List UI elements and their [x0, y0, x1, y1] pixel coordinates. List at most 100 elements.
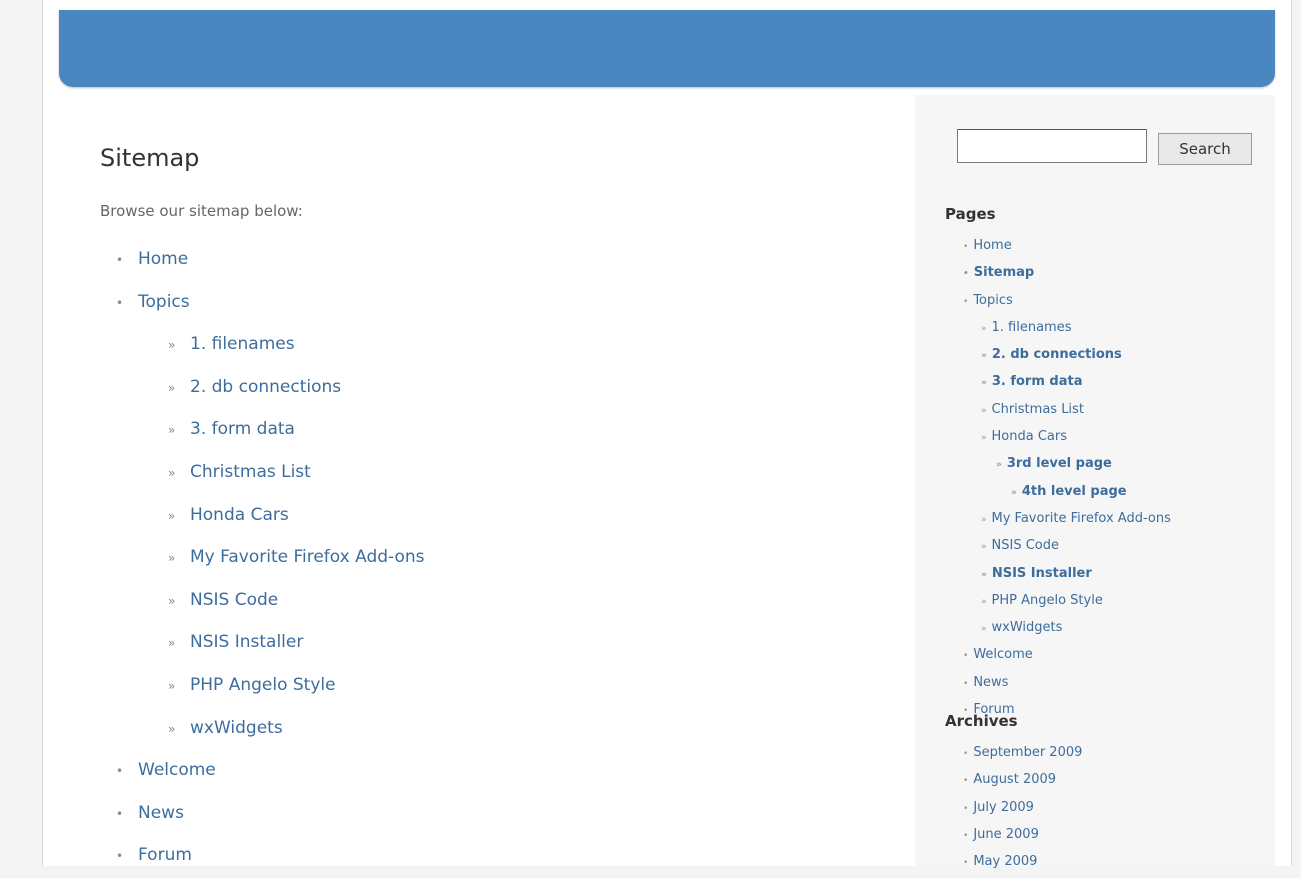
chevron-right-icon: »: [168, 508, 176, 523]
chevron-right-icon: »: [981, 542, 987, 553]
sitemap-link[interactable]: Christmas List: [190, 462, 311, 482]
header-banner: [59, 10, 1275, 87]
sitemap-subtree: » 1. filenames » 2. db connections » 3. for…: [132, 324, 900, 750]
archive-label: May 2009: [973, 854, 1038, 870]
sidebar-page-item[interactable]: » 3rd level page: [945, 451, 1171, 478]
bullet-icon: •: [963, 269, 969, 280]
sitemap-link[interactable]: 3. form data: [190, 419, 295, 439]
archives-widget-title: Archives: [945, 712, 1018, 730]
sidebar-page-label: NSIS Code: [991, 538, 1059, 554]
sidebar-page-item[interactable]: » Honda Cars: [945, 424, 1171, 451]
sidebar-page-item[interactable]: • News: [945, 670, 1171, 697]
sitemap-link-topics[interactable]: Topics: [138, 292, 190, 312]
sidebar-page-label: 1. filenames: [991, 319, 1072, 335]
sitemap-link-forum[interactable]: Forum: [138, 845, 192, 865]
sitemap-subitem: » 1. filenames: [132, 324, 900, 367]
sitemap-subitem: » wxWidgets: [132, 708, 900, 751]
sidebar-page-item[interactable]: » wxWidgets: [945, 615, 1171, 642]
sidebar-page-item[interactable]: » 4th level page: [945, 479, 1171, 506]
sidebar-page-item[interactable]: » 1. filenames: [945, 315, 1171, 342]
bullet-icon: •: [116, 806, 124, 821]
bullet-icon: •: [963, 830, 969, 841]
sidebar-page-item[interactable]: • Topics: [945, 288, 1171, 315]
sitemap-item: • Topics » 1. filenames » 2. db connections…: [100, 282, 900, 751]
chevron-right-icon: »: [981, 433, 987, 444]
sidebar-page-label: PHP Angelo Style: [991, 592, 1103, 608]
sitemap-link[interactable]: 1. filenames: [190, 334, 295, 354]
chevron-right-icon: »: [981, 323, 987, 334]
sidebar-page-item[interactable]: » Christmas List: [945, 397, 1171, 424]
archive-item[interactable]: • September 2009: [945, 740, 1082, 767]
archive-item[interactable]: • June 2009: [945, 822, 1082, 849]
sitemap-subitem: » 3. form data: [132, 409, 900, 452]
chevron-right-icon: »: [168, 380, 176, 395]
sidebar-page-item[interactable]: » NSIS Code: [945, 533, 1171, 560]
search-input[interactable]: [957, 129, 1147, 163]
chevron-right-icon: »: [168, 551, 176, 566]
sidebar: Search Pages • Home • Sitemap • Topics » 1. fil…: [915, 95, 1275, 869]
bullet-icon: •: [963, 242, 969, 252]
sitemap-link[interactable]: My Favorite Firefox Add-ons: [190, 547, 425, 567]
sitemap-subitem: » Christmas List: [132, 452, 900, 495]
sidebar-page-item[interactable]: » My Favorite Firefox Add-ons: [945, 506, 1171, 533]
sitemap-subitem: » NSIS Installer: [132, 622, 900, 665]
sidebar-page-item[interactable]: » PHP Angelo Style: [945, 588, 1171, 615]
archive-label: July 2009: [973, 799, 1034, 815]
sidebar-page-item[interactable]: » 3. form data: [945, 369, 1171, 396]
sidebar-page-item[interactable]: » NSIS Installer: [945, 561, 1171, 588]
pages-list: • Home • Sitemap • Topics » 1. filenames » 2. db …: [945, 233, 1171, 724]
archive-item[interactable]: • July 2009: [945, 795, 1082, 822]
sidebar-page-item[interactable]: • Home: [945, 233, 1171, 260]
sitemap-link[interactable]: PHP Angelo Style: [190, 675, 336, 695]
bullet-icon: •: [116, 253, 124, 267]
chevron-right-icon: »: [168, 423, 176, 438]
chevron-right-icon: »: [1011, 487, 1017, 498]
sidebar-page-item[interactable]: • Welcome: [945, 642, 1171, 669]
chevron-right-icon: »: [981, 351, 987, 362]
sidebar-page-label: Home: [973, 238, 1012, 253]
sidebar-page-label: Sitemap: [973, 265, 1035, 281]
archive-label: September 2009: [973, 745, 1083, 760]
sidebar-page-item[interactable]: » 2. db connections: [945, 342, 1171, 369]
chevron-right-icon: »: [981, 514, 987, 525]
bullet-icon: •: [116, 295, 124, 310]
sitemap-item: • Forum: [100, 835, 900, 878]
sitemap-item: • Home: [100, 239, 900, 282]
chevron-right-icon: »: [168, 721, 176, 736]
chevron-right-icon: »: [981, 378, 987, 389]
sitemap-link[interactable]: wxWidgets: [190, 718, 283, 738]
sitemap-link[interactable]: NSIS Code: [190, 590, 278, 610]
bullet-icon: •: [963, 651, 969, 662]
archive-label: August 2009: [973, 772, 1057, 788]
sitemap-subitem: » PHP Angelo Style: [132, 665, 900, 708]
archives-list: • September 2009 • August 2009 • July 2009 • Ju…: [945, 740, 1082, 876]
main-content: Sitemap Browse our sitemap below: • Home …: [100, 140, 900, 878]
sidebar-page-label: Christmas List: [991, 401, 1084, 417]
sitemap-link[interactable]: NSIS Installer: [190, 632, 303, 652]
sidebar-page-label: 3. form data: [991, 374, 1083, 390]
search-button[interactable]: Search: [1158, 133, 1252, 165]
bullet-icon: •: [963, 749, 969, 759]
bullet-icon: •: [963, 803, 969, 814]
sitemap-link-home[interactable]: Home: [138, 249, 188, 269]
sidebar-page-label: Topics: [973, 292, 1013, 308]
sitemap-link[interactable]: 2. db connections: [190, 377, 341, 397]
chevron-right-icon: »: [981, 596, 987, 607]
sidebar-page-item[interactable]: • Sitemap: [945, 260, 1171, 287]
sidebar-page-label: Welcome: [973, 647, 1033, 663]
sitemap-link-welcome[interactable]: Welcome: [138, 760, 216, 780]
archive-label: June 2009: [973, 826, 1039, 842]
sitemap-link-news[interactable]: News: [138, 803, 184, 823]
sitemap-link[interactable]: Honda Cars: [190, 505, 289, 525]
chevron-right-icon: »: [981, 569, 987, 580]
chevron-right-icon: »: [168, 678, 176, 693]
archive-item[interactable]: • August 2009: [945, 767, 1082, 794]
sitemap-subitem: » My Favorite Firefox Add-ons: [132, 537, 900, 580]
pages-widget-title: Pages: [945, 205, 996, 223]
bullet-icon: •: [963, 858, 969, 869]
sitemap-subitem: » 2. db connections: [132, 367, 900, 410]
sitemap-subitem: » Honda Cars: [132, 495, 900, 538]
sidebar-page-label: News: [973, 674, 1009, 690]
archive-item[interactable]: • May 2009: [945, 849, 1082, 876]
sitemap-item: • Welcome: [100, 750, 900, 793]
